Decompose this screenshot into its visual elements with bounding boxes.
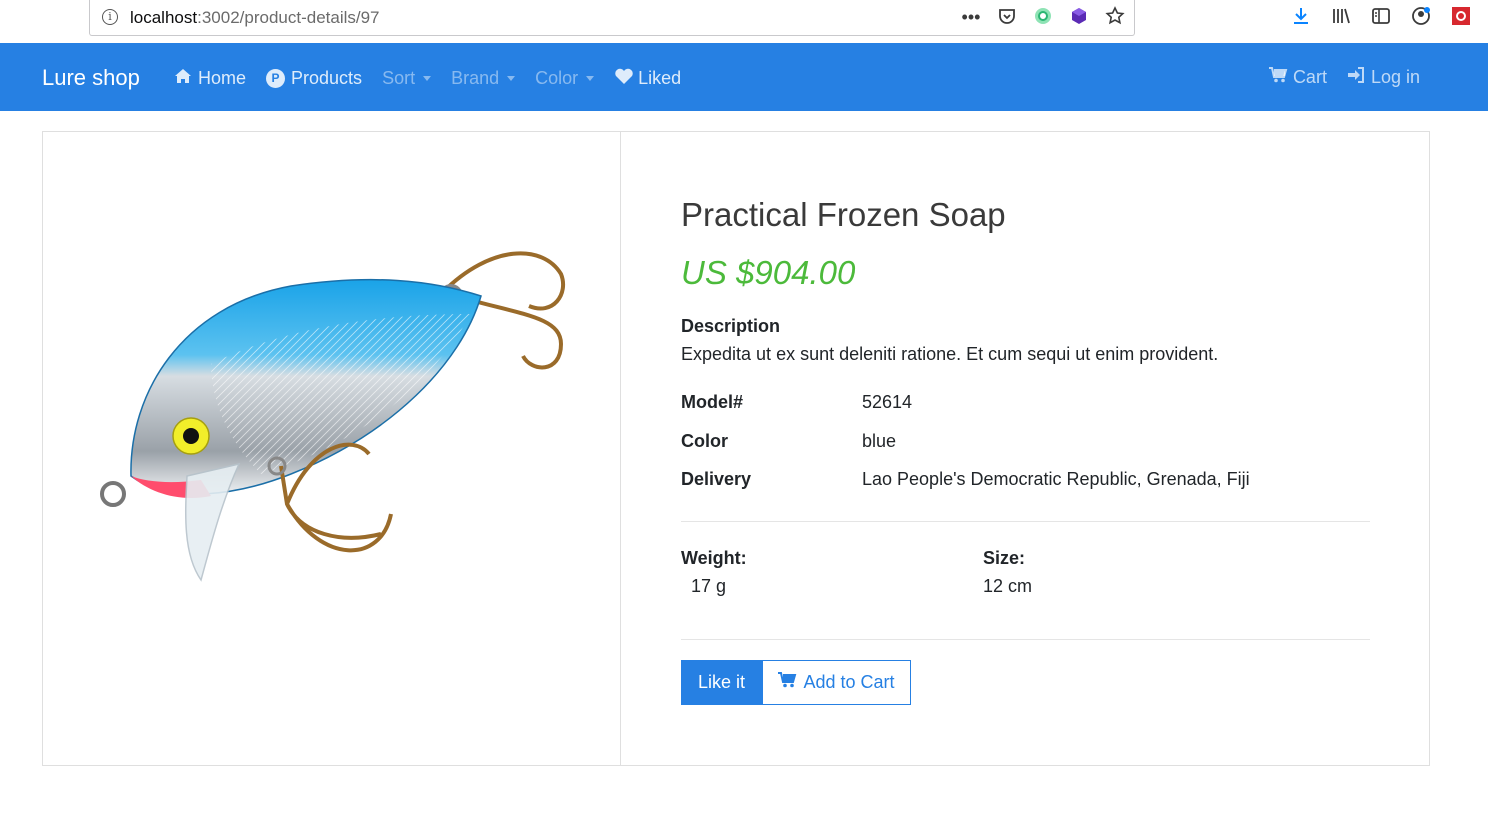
- divider: [681, 639, 1370, 640]
- top-navbar: Lure shop Home P Products Sort Brand Col…: [0, 43, 1488, 111]
- nav-home[interactable]: Home: [174, 67, 246, 90]
- browser-toolbar: i localhost:3002/product-details/97 •••: [0, 0, 1488, 43]
- sidebar-icon[interactable]: [1370, 6, 1392, 28]
- extension-red-icon[interactable]: [1450, 6, 1472, 28]
- nav-products-label: Products: [291, 68, 363, 88]
- extension-purple-icon[interactable]: [1068, 6, 1090, 28]
- nav-cart-label: Cart: [1292, 67, 1327, 87]
- product-title: Practical Frozen Soap: [681, 196, 1006, 233]
- home-icon: [174, 68, 192, 89]
- product-image: [100, 251, 565, 582]
- chevron-down-icon: [586, 76, 595, 81]
- nav-brand-label: Brand: [451, 68, 500, 88]
- nav-liked-label: Liked: [638, 68, 682, 88]
- chevron-down-icon: [507, 76, 516, 81]
- bookmark-star-icon[interactable]: [1104, 6, 1126, 28]
- description-text: Expedita ut ex sunt deleniti ratione. Et…: [681, 344, 1219, 364]
- pocket-icon[interactable]: [996, 6, 1018, 28]
- address-bar[interactable]: i localhost:3002/product-details/97 •••: [89, 0, 1135, 36]
- spec-value: blue: [862, 431, 897, 451]
- spec-key: Model#: [681, 392, 744, 412]
- spec-value: 52614: [862, 392, 913, 412]
- downloads-icon[interactable]: [1290, 6, 1312, 28]
- heart-icon: [614, 67, 633, 90]
- action-buttons: Like it Add to Cart: [681, 660, 911, 705]
- nav-liked[interactable]: Liked: [614, 67, 681, 90]
- description-label: Description: [681, 316, 781, 336]
- sign-in-icon: [1347, 67, 1365, 88]
- nav-cart[interactable]: Cart: [1268, 67, 1327, 88]
- page-actions-icon[interactable]: •••: [960, 6, 982, 28]
- nav-products[interactable]: P Products: [266, 67, 362, 90]
- nav-login-label: Log in: [1370, 67, 1420, 87]
- nav-login[interactable]: Log in: [1347, 67, 1420, 88]
- cart-icon: [778, 672, 797, 693]
- nav-right: Cart Log in: [1268, 67, 1420, 88]
- nav-color-label: Color: [535, 68, 579, 88]
- url-text[interactable]: localhost:3002/product-details/97: [130, 8, 380, 28]
- divider: [681, 521, 1370, 522]
- nav-color-dropdown[interactable]: Color: [535, 67, 595, 90]
- size-value: 12 cm: [983, 576, 1033, 596]
- cart-icon: [1268, 67, 1288, 88]
- library-icon[interactable]: [1330, 6, 1352, 28]
- add-to-cart-label: Add to Cart: [803, 672, 895, 692]
- extension-green-icon[interactable]: [1032, 6, 1054, 28]
- product-image-panel: [43, 132, 621, 765]
- nav-sort-dropdown[interactable]: Sort: [382, 67, 432, 90]
- brand-link[interactable]: Lure shop: [42, 65, 140, 91]
- size-label: Size:: [983, 548, 1026, 568]
- nav-home-label: Home: [198, 68, 247, 88]
- spec-value: Lao People's Democratic Republic, Grenad…: [862, 469, 1250, 489]
- add-to-cart-button[interactable]: Add to Cart: [762, 660, 911, 705]
- product-price: US $904.00: [681, 254, 856, 291]
- account-icon[interactable]: [1410, 6, 1432, 28]
- nav-brand-dropdown[interactable]: Brand: [451, 67, 516, 90]
- product-card: Practical Frozen Soap US $904.00 Descrip…: [42, 131, 1430, 766]
- nav-left: Home P Products Sort Brand Color Liked: [174, 67, 681, 90]
- weight-label: Weight:: [681, 548, 747, 568]
- like-button[interactable]: Like it: [681, 660, 762, 705]
- site-info-icon[interactable]: i: [102, 9, 118, 25]
- spec-key: Delivery: [681, 469, 752, 489]
- products-p-icon: P: [266, 69, 286, 88]
- weight-value: 17 g: [691, 576, 727, 596]
- nav-sort-label: Sort: [382, 68, 416, 88]
- chevron-down-icon: [423, 76, 432, 81]
- spec-key: Color: [681, 431, 728, 451]
